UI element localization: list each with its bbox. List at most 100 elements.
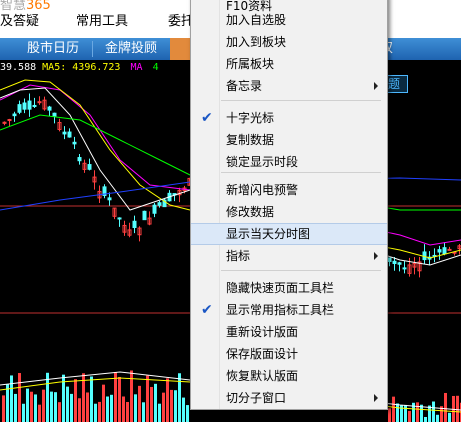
candle-body (17, 104, 22, 113)
volume-bar (166, 378, 169, 422)
menu-item-show-common-indicator-toolbar[interactable]: ✔ 显示常用指标工具栏 (191, 299, 387, 321)
menu-item-owning-sector[interactable]: 所属板块 (191, 53, 387, 75)
candle-body (392, 260, 397, 265)
menu-item-hide-quick-toolbar[interactable]: 隐藏快速页面工具栏 (191, 277, 387, 299)
volume-bar (424, 416, 427, 422)
menu-item-edit-data[interactable]: 修改数据 (191, 201, 387, 223)
menu-item-restore-default-layout[interactable]: 恢复默认版面 (191, 365, 387, 387)
candle-body (67, 131, 72, 138)
candle-body (87, 164, 92, 170)
menu-item-label: 加入到板块 (226, 35, 287, 49)
menu-item-label: 新增闪电预警 (226, 183, 299, 197)
volume-bar (122, 396, 125, 422)
candle-body (52, 112, 57, 117)
volume-bar (178, 373, 181, 422)
submenu-arrow-icon (374, 82, 378, 90)
volume-bar (146, 375, 149, 422)
checkmark-icon: ✔ (201, 302, 213, 318)
menu-item-add-to-watchlist[interactable]: 加入自选股 (191, 9, 387, 31)
candle-body (132, 220, 137, 228)
volume-bar (174, 390, 177, 422)
volume-bar (14, 393, 17, 422)
candle-body (152, 204, 157, 214)
volume-bar (408, 410, 411, 422)
candle-body (27, 100, 32, 110)
menu-item-label: 锁定显示时段 (226, 155, 299, 169)
tab-divider (92, 41, 93, 57)
menu-item-split-subwindow[interactable]: 切分子窗口 (191, 387, 387, 409)
menu-item-label: 备忘录 (226, 79, 263, 93)
menu-item-qa[interactable]: 及答疑 (0, 12, 39, 32)
candle-body (77, 157, 82, 162)
candle-body (117, 217, 122, 220)
menu-item-show-intraday-chart[interactable]: 显示当天分时图 (191, 223, 387, 245)
candle-body (32, 104, 37, 107)
volume-bar (416, 402, 419, 422)
volume-bar (22, 403, 25, 422)
volume-bar (404, 404, 407, 422)
menu-item-crosshair-cursor[interactable]: ✔ 十字光标 (191, 107, 387, 129)
candle-body (107, 197, 112, 201)
volume-bar (106, 396, 109, 422)
volume-bar (42, 389, 45, 422)
candle-body (62, 131, 67, 135)
volume-bar (70, 393, 73, 422)
menu-item-redesign-layout[interactable]: 重新设计版面 (191, 321, 387, 343)
tab-active[interactable] (170, 38, 192, 60)
volume-bar (110, 394, 113, 422)
menu-item-save-layout[interactable]: 保存版面设计 (191, 343, 387, 365)
checkmark-icon: ✔ (201, 110, 213, 126)
candle-body (7, 119, 12, 122)
menu-item-common-tools[interactable]: 常用工具 (76, 12, 128, 32)
candle-body (22, 102, 27, 110)
candle-body (442, 247, 447, 255)
candle-body (437, 249, 442, 253)
ma5-value: 4396.723 (72, 62, 121, 73)
menu-item-memo[interactable]: 备忘录 (191, 75, 387, 97)
volume-bar (114, 372, 117, 422)
volume-bar (102, 384, 105, 422)
candle-body (157, 202, 162, 206)
volume-bar (444, 392, 447, 422)
volume-bar (74, 379, 77, 422)
volume-bar (26, 388, 29, 422)
menu-item-lock-time-range[interactable]: 锁定显示时段 (191, 151, 387, 173)
menu-item-label: 加入自选股 (226, 13, 287, 27)
volume-bar (456, 395, 459, 422)
ma-extra-value: 4 (152, 62, 159, 73)
tab-market-calendar[interactable]: 股市日历 (22, 38, 84, 60)
volume-bar (50, 391, 53, 422)
menu-item-label: 切分子窗口 (226, 391, 287, 405)
volume-bar (66, 386, 69, 422)
menu-separator (221, 100, 381, 101)
candle-body (142, 210, 147, 221)
volume-bar (2, 395, 5, 422)
menu-item-label: 修改数据 (226, 205, 275, 219)
volume-bar (54, 392, 57, 422)
volume-bar (158, 403, 161, 422)
candle-body (12, 113, 17, 117)
menu-item-indicators[interactable]: 指标 (191, 245, 387, 267)
candle-body (47, 106, 52, 111)
menu-item-label: 隐藏快速页面工具栏 (226, 281, 335, 295)
menu-item-add-to-sector[interactable]: 加入到板块 (191, 31, 387, 53)
volume-bar (162, 392, 165, 422)
submenu-arrow-icon (374, 252, 378, 260)
menu-item-label: 重新设计版面 (226, 325, 299, 339)
menu-item-copy-data[interactable]: 复制数据 (191, 129, 387, 151)
chart-context-menu: F10资料 加入自选股 加入到板块 所属板块 备忘录 ✔ 十字光标 复制数据 锁定显示时段 新增闪… (190, 0, 388, 410)
menu-item-label: 显示当天分时图 (226, 227, 311, 241)
candle-body (72, 141, 77, 145)
tab-gold-advisor[interactable]: 金牌投顾 (100, 38, 162, 60)
candle-body (402, 267, 407, 270)
volume-bar (432, 401, 435, 422)
ma5-label: MA5: (42, 62, 67, 73)
menu-item-add-flash-alert[interactable]: 新增闪电预警 (191, 179, 387, 201)
volume-bar (126, 401, 129, 422)
menu-item-label: 复制数据 (226, 133, 275, 147)
volume-bar (86, 392, 89, 422)
candle-body (447, 248, 452, 251)
menu-item-label: 所属板块 (226, 57, 275, 71)
volume-bar (392, 396, 395, 422)
volume-bar (154, 383, 157, 422)
